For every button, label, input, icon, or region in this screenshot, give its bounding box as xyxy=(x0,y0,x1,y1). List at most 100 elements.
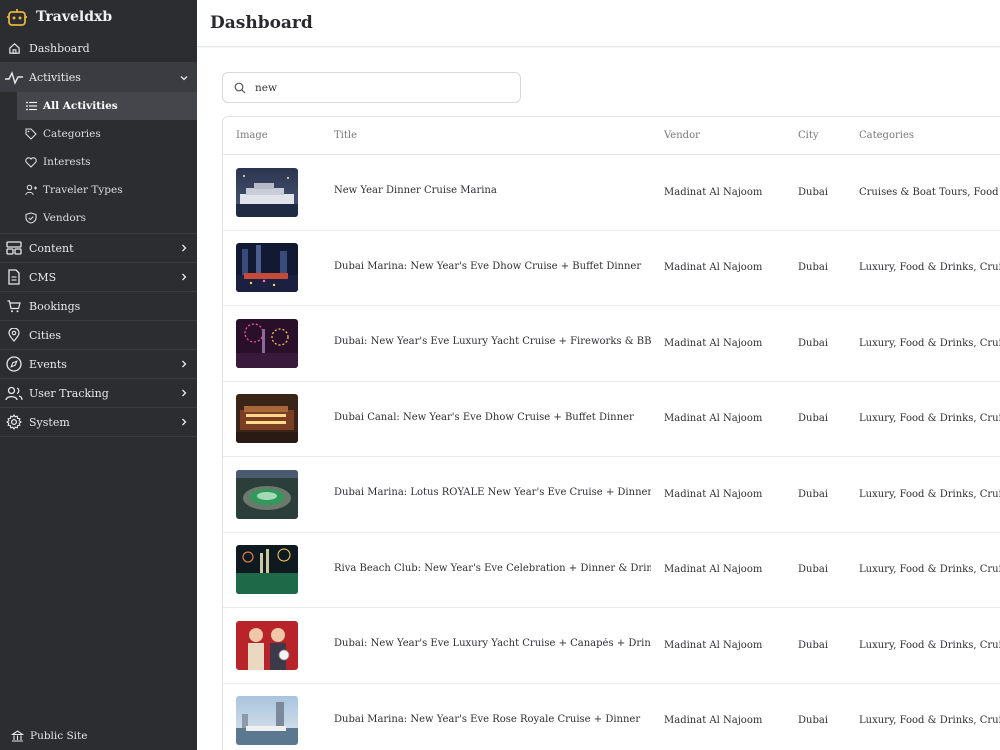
sidebar-item-label: Dashboard xyxy=(29,41,90,55)
activity-thumbnail xyxy=(236,545,298,595)
page-title: Dashboard xyxy=(210,13,313,33)
tag-icon xyxy=(24,127,38,141)
sidebar-item-cities[interactable]: Cities xyxy=(0,321,197,350)
shield-icon xyxy=(24,211,38,225)
table-row[interactable]: Riva Beach Club: New Year's Eve Celebrat… xyxy=(223,533,1000,608)
sidebar-item-bookings[interactable]: Bookings xyxy=(0,292,197,321)
chevron-right-icon xyxy=(179,359,189,369)
activity-categories: Cruises & Boat Tours, Food & Drinks xyxy=(859,186,1000,198)
users-icon xyxy=(5,384,23,402)
brand-name: Traveldxb xyxy=(36,9,113,25)
sidebar-item-content[interactable]: Content xyxy=(0,234,197,263)
home-icon xyxy=(5,39,23,57)
sidebar-item-activities[interactable]: Activities xyxy=(0,63,197,92)
activity-categories: Luxury, Food & Drinks, Cruises xyxy=(859,564,1000,576)
table-header: Image Title Vendor City Categories xyxy=(223,117,1000,155)
activity-thumbnail xyxy=(236,394,298,444)
table-row[interactable]: Dubai Marina: Lotus ROYALE New Year's Ev… xyxy=(223,457,1000,533)
activity-title: Dubai Marina: New Year's Eve Rose Royale… xyxy=(334,713,641,725)
cart-icon xyxy=(5,297,23,315)
public-site-label: Public Site xyxy=(30,730,88,742)
sidebar: Traveldxb Dashboard Activities All Activ… xyxy=(0,0,197,750)
activity-city: Dubai xyxy=(798,186,829,198)
compass-icon xyxy=(5,355,23,373)
table-row[interactable]: New Year Dinner Cruise Marina Madinat Al… xyxy=(223,155,1000,231)
sidebar-subitem-label: Interests xyxy=(43,156,91,168)
sidebar-item-label: Cities xyxy=(29,328,62,342)
activity-title: Dubai Marina: Lotus ROYALE New Year's Ev… xyxy=(334,487,651,499)
sidebar-item-system[interactable]: System xyxy=(0,408,197,437)
chevron-down-icon xyxy=(179,73,189,83)
robot-logo-icon xyxy=(6,7,28,27)
sidebar-item-user-tracking[interactable]: User Tracking xyxy=(0,379,197,408)
activity-title: Dubai: New Year's Eve Luxury Yacht Cruis… xyxy=(334,638,651,650)
table-row[interactable]: Dubai: New Year's Eve Luxury Yacht Cruis… xyxy=(223,306,1000,382)
list-icon xyxy=(24,99,38,113)
activity-city: Dubai xyxy=(798,564,829,576)
column-header-city[interactable]: City xyxy=(792,130,859,141)
sidebar-item-label: Bookings xyxy=(29,299,81,313)
map-pin-icon xyxy=(5,326,23,344)
sidebar-item-cms[interactable]: CMS xyxy=(0,263,197,292)
activity-vendor: Madinat Al Najoom xyxy=(664,413,763,425)
sidebar-subitem-label: Vendors xyxy=(43,212,87,224)
public-site-link[interactable]: Public Site xyxy=(0,722,197,750)
activity-city: Dubai xyxy=(798,262,829,274)
activity-vendor: Madinat Al Najoom xyxy=(664,715,763,727)
gear-icon xyxy=(5,413,23,431)
chevron-right-icon xyxy=(179,243,189,253)
activity-vendor: Madinat Al Najoom xyxy=(664,639,763,651)
activity-vendor: Madinat Al Najoom xyxy=(664,186,763,198)
search-input[interactable] xyxy=(255,81,505,94)
sidebar-item-label: CMS xyxy=(29,270,57,284)
activity-categories: Luxury, Food & Drinks, Cruises xyxy=(859,639,1000,651)
sidebar-item-label: System xyxy=(29,415,70,429)
activity-categories: Luxury, Food & Drinks, Cruises xyxy=(859,262,1000,274)
activity-city: Dubai xyxy=(798,337,829,349)
column-header-title[interactable]: Title xyxy=(334,130,651,141)
sidebar-subitem-categories[interactable]: Categories xyxy=(0,120,197,148)
sidebar-subitem-label: Categories xyxy=(43,128,101,140)
sidebar-item-events[interactable]: Events xyxy=(0,350,197,379)
sidebar-item-label: User Tracking xyxy=(29,386,109,400)
building-icon xyxy=(10,729,24,743)
activity-thumbnail xyxy=(236,696,298,746)
chevron-right-icon xyxy=(179,388,189,398)
sidebar-subitem-all-activities[interactable]: All Activities xyxy=(17,92,197,120)
activity-city: Dubai xyxy=(798,488,829,500)
layout-icon xyxy=(5,239,23,257)
table-row[interactable]: Dubai Marina: New Year's Eve Rose Royale… xyxy=(223,684,1000,750)
activity-city: Dubai xyxy=(798,715,829,727)
column-header-categories[interactable]: Categories xyxy=(859,130,1000,141)
column-header-vendor[interactable]: Vendor xyxy=(651,130,792,141)
search-icon xyxy=(233,81,246,94)
activities-table: Image Title Vendor City Categories New Y… xyxy=(222,116,1000,750)
activity-categories: Luxury, Food & Drinks, Cruises xyxy=(859,337,1000,349)
table-row[interactable]: Dubai Marina: New Year's Eve Dhow Cruise… xyxy=(223,231,1000,306)
sidebar-subitem-interests[interactable]: Interests xyxy=(0,148,197,176)
user-plus-icon xyxy=(24,183,38,197)
sidebar-item-dashboard[interactable]: Dashboard xyxy=(0,34,197,63)
sidebar-subitem-vendors[interactable]: Vendors xyxy=(0,204,197,232)
sidebar-item-label: Events xyxy=(29,357,67,371)
activity-title: Riva Beach Club: New Year's Eve Celebrat… xyxy=(334,562,651,574)
sidebar-subitem-traveler-types[interactable]: Traveler Types xyxy=(0,176,197,204)
heart-icon xyxy=(24,155,38,169)
activity-categories: Luxury, Food & Drinks, Cruises xyxy=(859,715,1000,727)
activity-city: Dubai xyxy=(798,413,829,425)
activity-city: Dubai xyxy=(798,639,829,651)
activity-categories: Luxury, Food & Drinks, Cruises xyxy=(859,488,1000,500)
table-row[interactable]: Dubai Canal: New Year's Eve Dhow Cruise … xyxy=(223,382,1000,457)
topbar: Dashboard xyxy=(197,0,1000,47)
search-box[interactable] xyxy=(222,72,521,103)
column-header-image[interactable]: Image xyxy=(223,130,334,141)
sidebar-item-label: Content xyxy=(29,241,74,255)
brand[interactable]: Traveldxb xyxy=(0,0,197,34)
sidebar-item-label: Activities xyxy=(29,71,81,84)
activity-thumbnail xyxy=(236,167,298,217)
table-row[interactable]: Dubai: New Year's Eve Luxury Yacht Cruis… xyxy=(223,608,1000,684)
activity-thumbnail xyxy=(236,469,298,519)
activity-thumbnail xyxy=(236,620,298,670)
activity-title: Dubai: New Year's Eve Luxury Yacht Cruis… xyxy=(334,336,651,348)
sidebar-subitem-label: Traveler Types xyxy=(43,184,123,196)
